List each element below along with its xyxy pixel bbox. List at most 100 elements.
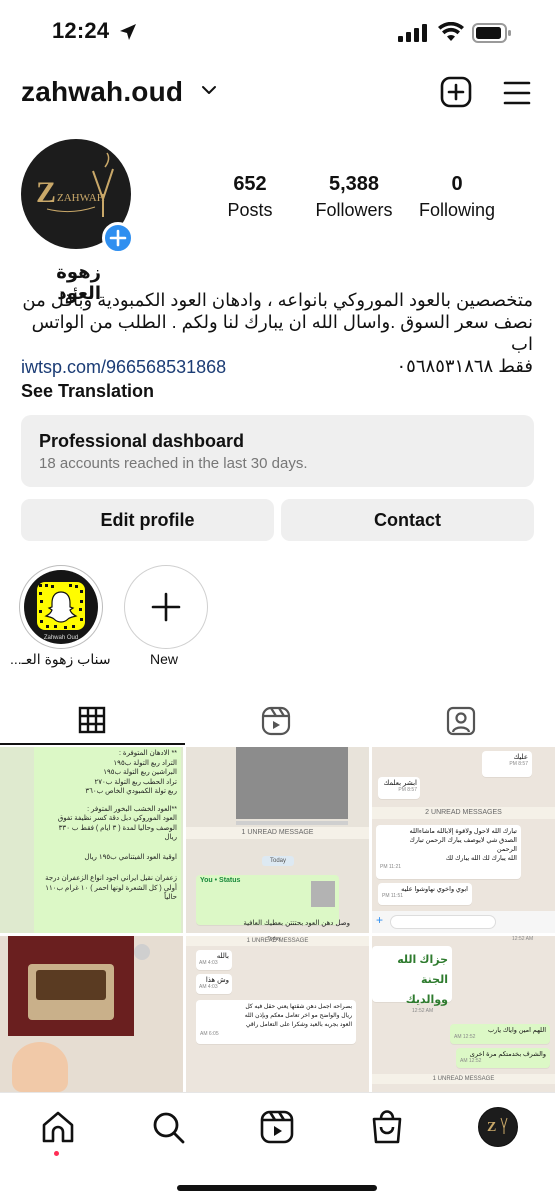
posts-count: 652 — [233, 173, 267, 195]
svg-text:Z: Z — [36, 176, 56, 209]
chat-text: تبارك الله لاحول ولاقوة إلابالله ماشاءال… — [409, 828, 517, 835]
search-icon[interactable] — [148, 1107, 188, 1147]
reels-icon — [261, 706, 291, 736]
add-story-button[interactable] — [102, 222, 134, 254]
following-label: Following — [418, 200, 496, 220]
battery-icon — [472, 23, 511, 43]
stat-followers[interactable]: 5,388 Followers — [309, 173, 399, 221]
posts-grid: ** الادهان المتوفرة : التراد ربع التولة … — [0, 747, 555, 1092]
post-thumbnail[interactable]: 12:52 AM جزاك الله الجنة ووالديك 12:52 A… — [372, 936, 555, 1092]
home-icon[interactable] — [38, 1107, 78, 1147]
chat-message: ابوي واخوي نهاوشوا عليه 11:51 PM — [378, 883, 472, 905]
chat-text: الله يبارك لك الله يبارك لك — [445, 855, 517, 862]
professional-dashboard[interactable]: Professional dashboard 18 accounts reach… — [21, 415, 534, 487]
chat-text: العود الموروكي دبل دقة كسر نظيفة تفوق — [57, 815, 177, 822]
tagged-icon — [446, 706, 476, 736]
chat-time: 4:03 AM — [199, 984, 218, 990]
chat-text: ربع تولة الكمبودي الخاص ب٣٦٠ — [85, 788, 177, 795]
chat-text: بصراحه اجمل دهن شقتها يعني حقل فيه كل — [245, 1004, 352, 1010]
shop-icon[interactable] — [367, 1107, 407, 1147]
chat-text: العود بجربه بالعيد وشكرا على التعامل راق… — [245, 1022, 352, 1028]
chat-text: عليك — [513, 754, 528, 761]
chat-time: 12:52 AM — [454, 1034, 476, 1040]
tab-tagged[interactable] — [370, 702, 555, 742]
chat-time: 6:05 AM — [200, 1031, 219, 1037]
chat-message: ابشر بعلمك 8:57 PM — [378, 777, 420, 799]
chat-text: وش هذا — [205, 977, 229, 984]
username[interactable]: zahwah.oud — [21, 76, 183, 108]
hamburger-menu-icon[interactable] — [503, 80, 531, 106]
plus-icon — [109, 229, 127, 247]
chat-text: التراد ربع التولة ب١٩٥ — [113, 759, 177, 767]
chat-text: تراد الحطب ربع التولة ب٢٧٠ — [94, 778, 177, 786]
highlight-ring: Zahwah Oud — [19, 565, 103, 649]
reels-icon[interactable] — [257, 1107, 297, 1147]
grid-icon — [78, 706, 106, 734]
highlight-label-new: New — [150, 651, 179, 667]
contact-button[interactable]: Contact — [281, 499, 534, 541]
chat-text: ريال والواضح مو اخر تعامل معكم وبإذن الل… — [244, 1013, 352, 1019]
stat-following[interactable]: 0 Following — [412, 173, 502, 221]
highlight-snap[interactable]: Zahwah Oud — [19, 565, 103, 649]
home-indicator — [177, 1185, 377, 1191]
chat-text: ابوي واخوي نهاوشوا عليه — [401, 886, 468, 893]
unread-banner: 1 UNREAD MESSAGE — [186, 827, 369, 839]
chat-message: جزاك الله الجنة ووالديك — [372, 946, 452, 1006]
chat-time: 11:51 PM — [382, 893, 404, 899]
highlight-cover: Zahwah Oud — [24, 570, 98, 644]
bio-link[interactable]: iwtsp.com/966568531868 — [21, 357, 226, 378]
snapchat-code-icon: Zahwah Oud — [37, 582, 85, 641]
chat-message: عليك 8:57 PM — [482, 751, 532, 777]
chat-text: والشرف بخدمتكم مرة اخرى — [469, 1051, 546, 1058]
baby-photo — [12, 1042, 68, 1092]
notification-dot — [54, 1151, 59, 1156]
profile-avatar-logo: Z — [487, 1117, 508, 1135]
dashboard-title: Professional dashboard — [39, 431, 245, 451]
post-thumbnail[interactable]: 1 UNREAD MESSAGE Today You • Status وصل … — [186, 747, 369, 933]
dashboard-subtitle: 18 accounts reached in the last 30 days. — [39, 455, 308, 472]
tab-posts-grid[interactable] — [0, 702, 185, 742]
stat-posts[interactable]: 652 Posts — [210, 173, 290, 221]
chat-message: ** الادهان المتوفرة : التراد ربع التولة … — [34, 747, 181, 933]
status-bar: 12:24 — [0, 0, 555, 66]
svg-text:Z: Z — [487, 1120, 496, 1135]
chat-time: 4:03 AM — [199, 960, 218, 966]
chat-image — [236, 747, 348, 819]
post-thumbnail[interactable]: 1 UNREAD MESSAGE Today بالله 4:03 AM وش … — [186, 936, 369, 1092]
chat-message: بصراحه اجمل دهن شقتها يعني حقل فيه كل ري… — [196, 1000, 356, 1044]
post-thumbnail[interactable]: عليك 8:57 PM ابشر بعلمك 8:57 PM 2 UNREAD… — [372, 747, 555, 933]
posts-label: Posts — [227, 200, 273, 220]
chat-text: الرحمن — [496, 846, 517, 853]
see-translation-link[interactable]: See Translation — [21, 381, 154, 402]
chat-text: ووالديك — [405, 994, 448, 1006]
chat-time: 11:21 PM — [380, 864, 402, 870]
followers-count: 5,388 — [328, 173, 380, 195]
post-thumbnail[interactable]: ** الادهان المتوفرة : التراد ربع التولة … — [0, 747, 183, 933]
chat-time: 8:57 PM — [509, 761, 528, 767]
chat-text: جزاك الله الجنة — [397, 954, 448, 986]
chat-text: اللهم امين واياك يارب — [487, 1027, 546, 1034]
profile-header: zahwah.oud — [0, 70, 555, 120]
unread-banner: 1 UNREAD MESSAGE — [372, 1074, 555, 1084]
chat-message: والشرف بخدمتكم مرة اخرى 12:52 AM — [456, 1048, 550, 1068]
location-arrow-icon — [120, 24, 136, 40]
status-time: 12:24 — [52, 18, 110, 43]
chat-time: 12:52 AM — [512, 936, 534, 942]
profile-avatar-icon[interactable]: Z — [478, 1107, 518, 1147]
bio-line: نصف سعر السوق .واسال الله ان يبارك لنا و… — [31, 312, 533, 354]
bottom-nav: Z — [0, 1092, 555, 1200]
chat-text: ريال — [164, 834, 177, 841]
chat-time: 8:57 PM — [398, 787, 417, 793]
following-count: 0 — [451, 173, 463, 195]
highlight-logo-text: Zahwah Oud — [44, 635, 78, 641]
post-thumbnail[interactable] — [0, 936, 183, 1092]
chat-text: **العود الخشب البخور المتوفر : — [87, 805, 177, 813]
tab-reels[interactable] — [185, 702, 370, 742]
edit-profile-button[interactable]: Edit profile — [21, 499, 274, 541]
highlight-new[interactable] — [124, 565, 208, 649]
chevron-down-icon[interactable] — [201, 84, 217, 96]
chat-text: بالله — [216, 953, 229, 960]
chat-text: أولى ( كل الشعرة لونها احمر ) ١٠ غرام ب١… — [45, 884, 177, 892]
plus-square-icon[interactable] — [440, 76, 472, 108]
chat-text: وصل دهن العود بحتتتن بعطيك العافية — [243, 920, 350, 927]
